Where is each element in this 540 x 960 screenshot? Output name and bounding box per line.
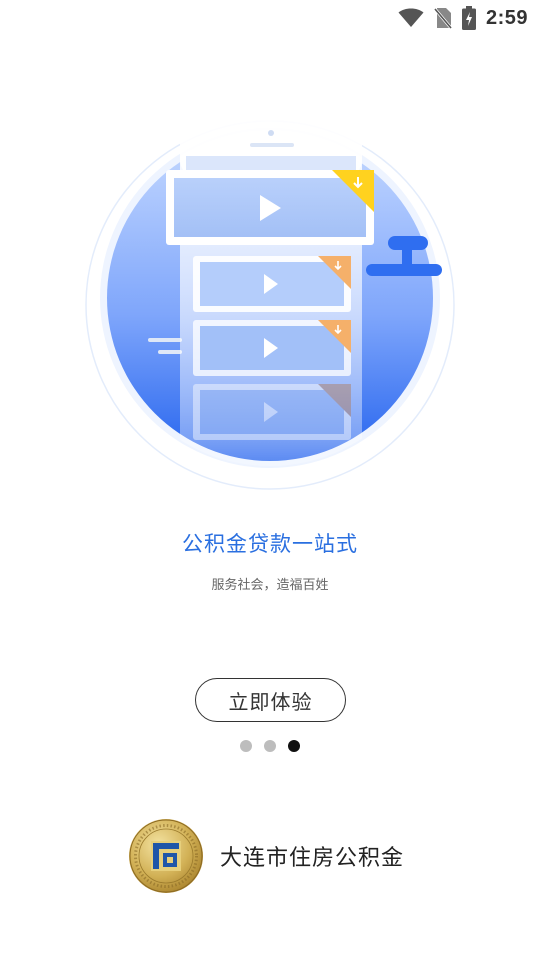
no-sim-icon: [433, 7, 452, 29]
status-icons: 2:59: [398, 6, 528, 30]
wifi-icon: [398, 8, 424, 28]
brand-name: 大连市住房公积金: [220, 846, 405, 871]
footer-brand: 大连市住房公积金: [128, 818, 404, 894]
housing-fund-logo: [128, 818, 204, 894]
onboarding-headline: 公积金贷款一站式: [182, 532, 358, 556]
battery-charging-icon: [461, 6, 476, 30]
onboarding-subline: 服务社会，造福百姓: [211, 578, 329, 593]
start-experience-button[interactable]: 立即体验: [195, 678, 346, 722]
status-bar: 2:59: [0, 0, 540, 36]
page-dot-3-active[interactable]: [288, 740, 300, 752]
status-time: 2:59: [485, 6, 528, 29]
page-dot-2[interactable]: [264, 740, 276, 752]
page-indicator: [240, 740, 300, 752]
page-dot-1[interactable]: [240, 740, 252, 752]
onboarding-illustration: [80, 110, 460, 500]
